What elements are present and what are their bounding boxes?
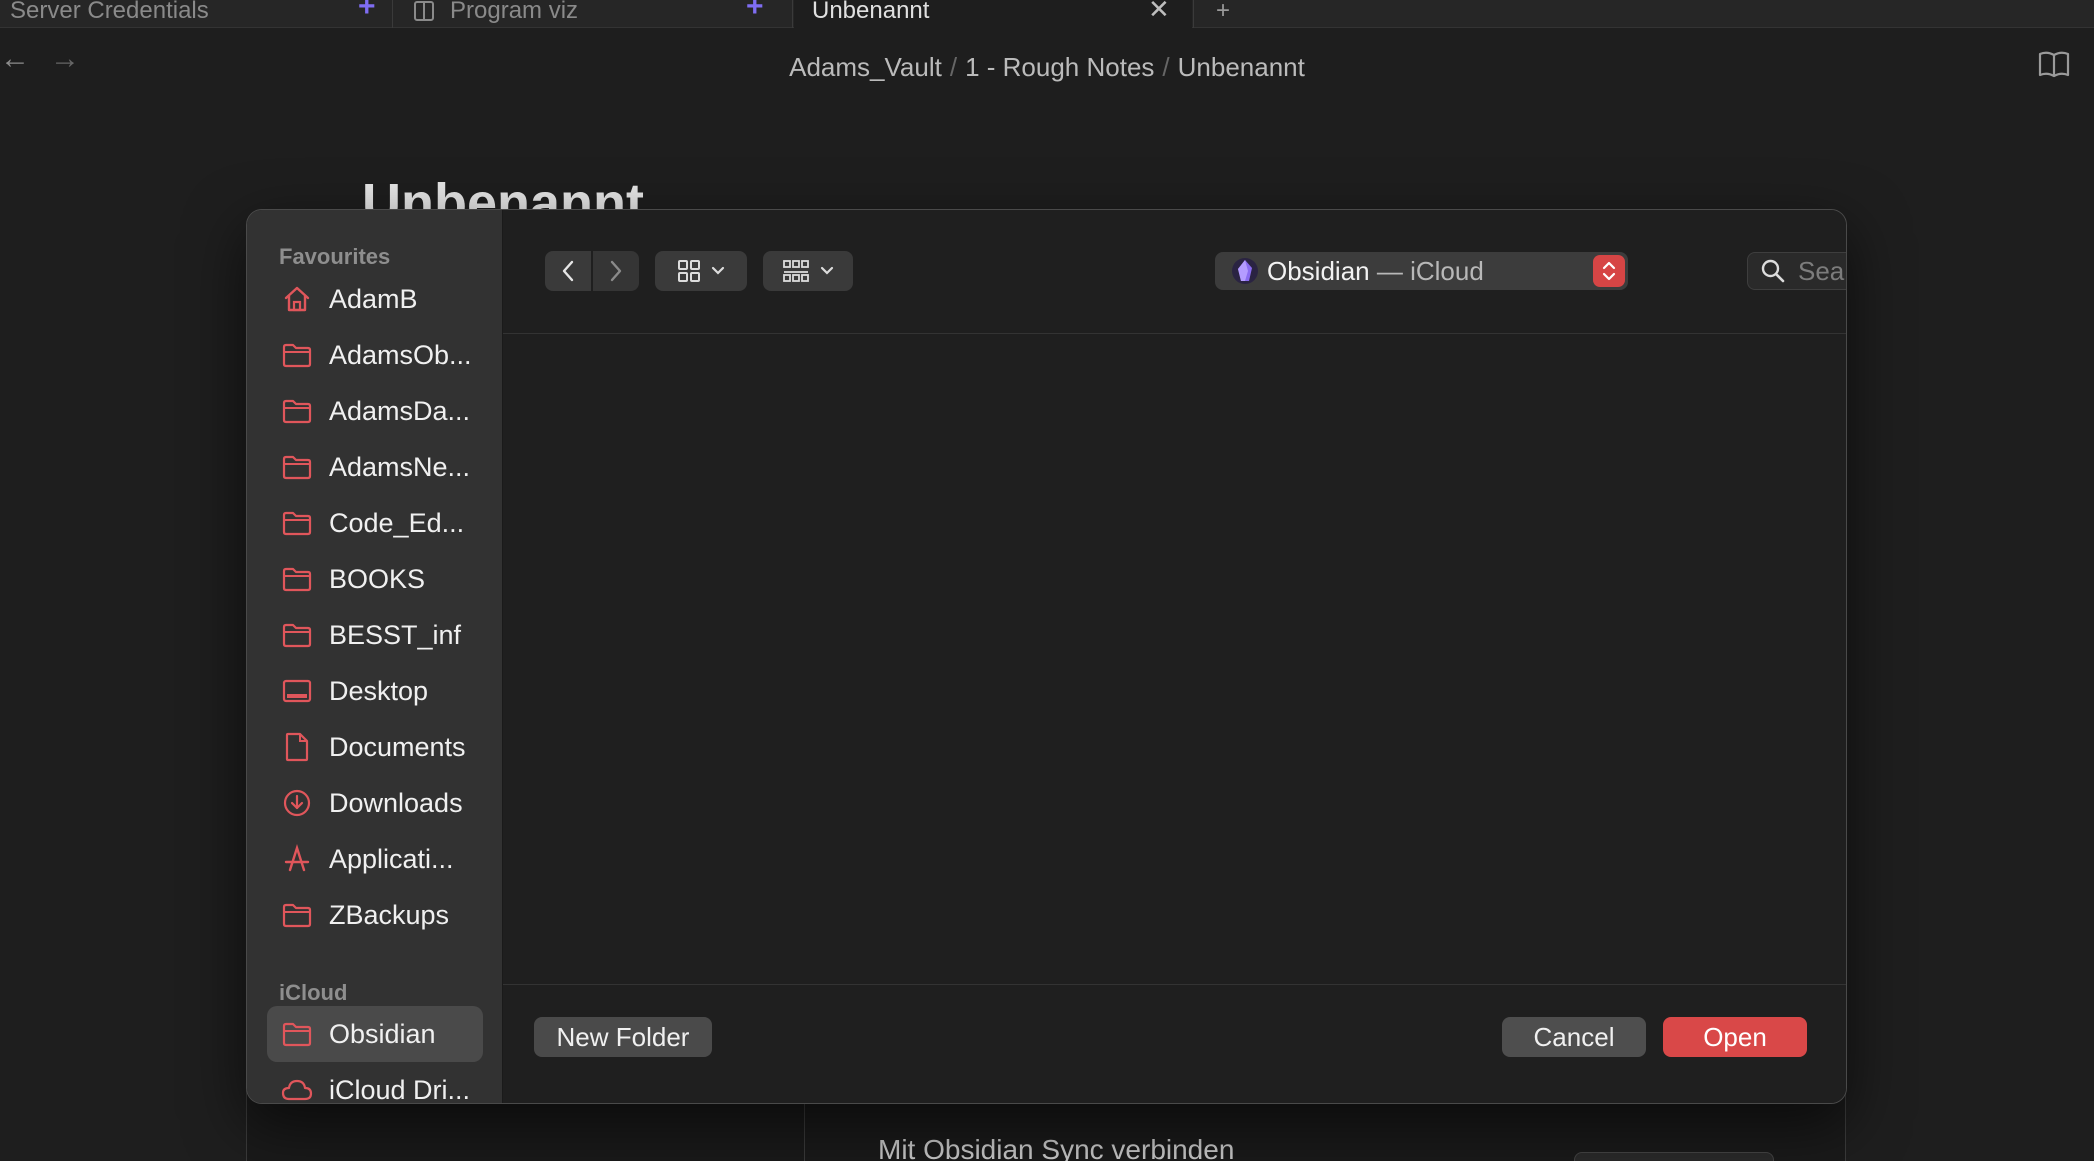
tab-program-viz[interactable]: Program viz + [412,0,792,28]
sidebar-item-label: AdamB [329,283,418,314]
chevron-left-icon [562,260,574,282]
sidebar-item-label: Downloads [329,787,463,818]
new-tab-icon[interactable]: + [1216,0,1230,28]
folder-icon [281,339,313,371]
sidebar-item-label: AdamsDa... [329,395,471,426]
chevron-down-icon [820,266,834,275]
tab-bar: Server Credentials + Program viz + Unben… [0,0,2094,28]
breadcrumb-folder[interactable]: 1 - Rough Notes [965,52,1154,82]
pin-icon[interactable]: + [358,0,376,24]
obsidian-app-icon [1232,258,1258,284]
group-view-button[interactable] [763,251,853,291]
document-icon [281,731,313,763]
sidebar-item-documents[interactable]: Documents [267,719,483,775]
folder-icon [281,451,313,483]
sidebar-item-books[interactable]: BOOKS [267,551,483,607]
location-popup[interactable]: Obsidian — iCloud [1215,252,1628,290]
breadcrumb-separator: / [949,52,958,82]
file-browser-area[interactable] [503,335,1846,991]
sidebar-item-downloads[interactable]: Downloads [267,775,483,831]
sync-connect-button[interactable] [1574,1152,1774,1161]
sidebar-item-label: Applicati... [329,843,454,874]
cloud-icon [281,1074,313,1103]
breadcrumb-vault[interactable]: Adams_Vault [789,52,942,82]
sidebar-item-label: BOOKS [329,563,426,594]
pin-icon[interactable]: + [746,0,764,24]
sidebar-item-code-ed[interactable]: Code_Ed... [267,495,483,551]
sidebar-item-label: Documents [329,731,466,762]
sidebar-item-label: ZBackups [329,899,450,930]
back-button[interactable] [545,251,591,291]
sidebar-item-besst-inf[interactable]: BESST_inf [267,607,483,663]
dialog-toolbar: Obsidian — iCloud [503,210,1846,334]
sidebar-item-label: Desktop [329,675,429,706]
open-button[interactable]: Open [1663,1017,1807,1057]
sidebar-item-obsidian[interactable]: Obsidian [267,1006,483,1062]
tab-divider [1193,0,1194,28]
sidebar-item-applicati[interactable]: Applicati... [267,831,483,887]
location-separator: — [1369,255,1411,286]
folder-icon [281,563,313,595]
sidebar-item-label: iCloud Dri... [329,1074,471,1104]
tab-divider [392,0,393,28]
desktop-icon [281,675,313,707]
sidebar-item-icloud-dri[interactable]: iCloud Dri... [267,1062,483,1104]
tab-unbenannt[interactable]: Unbenannt ✕ [794,0,1192,28]
location-name: Obsidian [1267,255,1370,286]
sidebar-item-adamsne[interactable]: AdamsNe... [267,439,483,495]
search-icon [1760,258,1786,284]
grid-icon [678,260,700,282]
download-icon [281,787,313,819]
sync-connect-label: Mit Obsidian Sync verbinden [878,1134,1235,1161]
icon-view-button[interactable] [655,251,747,291]
reading-view-icon[interactable] [2038,50,2070,83]
tab-server-credentials[interactable]: Server Credentials + [10,0,390,28]
sidebar-item-label: Code_Ed... [329,507,465,538]
sidebar-item-zbackups[interactable]: ZBackups [267,887,483,943]
dialog-sidebar: Favourites AdamB AdamsOb... AdamsDa... Adam… [247,210,503,1104]
tab-label: Unbenannt [812,0,930,24]
close-tab-icon[interactable]: ✕ [1148,0,1170,25]
chevron-right-icon [610,260,622,282]
panel-divider [804,1104,805,1161]
cancel-button[interactable]: Cancel [1502,1017,1646,1057]
updown-chevron-icon[interactable] [1593,255,1625,287]
dialog-main: Obsidian — iCloud New Folder Cancel Open [503,210,1846,1103]
folder-icon [281,619,313,651]
open-file-dialog: Favourites AdamB AdamsOb... AdamsDa... Adam… [246,209,1847,1104]
breadcrumb-separator: / [1162,52,1170,82]
folder-icon [281,395,313,427]
forward-button[interactable] [593,251,639,291]
search-input[interactable] [1798,255,1846,287]
sidebar-item-label: AdamsOb... [329,339,472,370]
sidebar-item-adamsda[interactable]: AdamsDa... [267,383,483,439]
folder-icon [281,1018,313,1050]
tab-divider [792,0,793,28]
sidebar-item-label: AdamsNe... [329,451,471,482]
home-icon [281,283,313,315]
sidebar-item-label: BESST_inf [329,619,462,650]
sidebar-item-adamb[interactable]: AdamB [267,271,483,327]
applications-icon [281,843,313,875]
sidebar-item-label: Obsidian [329,1018,436,1049]
tab-label: Server Credentials [10,0,209,24]
sidebar-item-desktop[interactable]: Desktop [267,663,483,719]
tab-label: Program viz [450,0,579,24]
location-sub: iCloud [1410,255,1484,286]
breadcrumb-note[interactable]: Unbenannt [1178,52,1305,82]
folder-icon [281,899,313,931]
icloud-section-label: iCloud [279,980,348,1005]
breadcrumb: Adams_Vault/1 - Rough Notes / Unbenannt [0,52,2094,83]
sidebar-item-adamsob[interactable]: AdamsOb... [267,327,483,383]
folder-icon [281,507,313,539]
favourites-section-label: Favourites [279,244,391,269]
chevron-down-icon [711,266,725,275]
new-folder-button[interactable]: New Folder [534,1017,712,1057]
search-field[interactable] [1747,252,1846,290]
group-icon [783,260,809,282]
canvas-icon [412,0,436,23]
